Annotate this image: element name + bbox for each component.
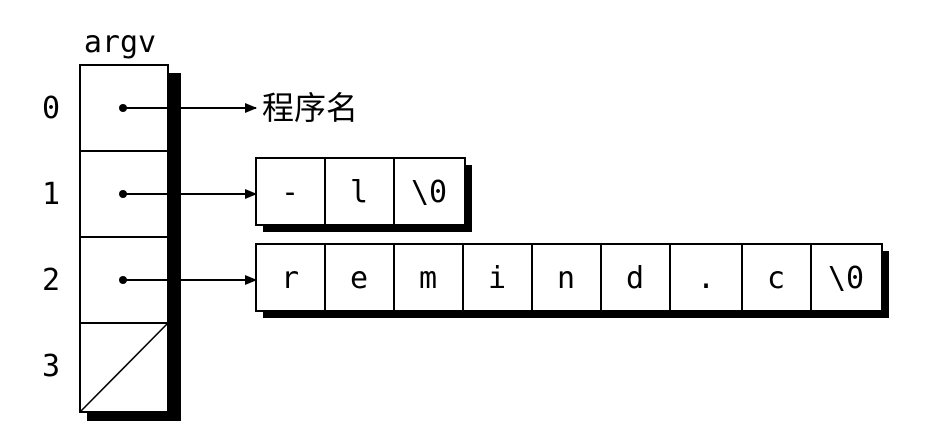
index-label-0: 0 xyxy=(42,91,60,126)
char-label: n xyxy=(557,261,575,296)
index-label-1: 1 xyxy=(42,177,60,212)
argv-diagram: argv 0 1 2 3 程序名 - l \0 r e m i n d . c … xyxy=(42,25,889,421)
char-label: i xyxy=(488,261,506,296)
string-filename: r e m i n d . c \0 xyxy=(255,243,889,318)
array-name-label: argv xyxy=(84,25,156,60)
char-label: d xyxy=(626,261,644,296)
char-label: r xyxy=(281,261,299,296)
char-label: \0 xyxy=(828,261,864,296)
char-label: l xyxy=(350,175,368,210)
char-label: e xyxy=(350,261,368,296)
index-label-3: 3 xyxy=(42,349,60,384)
index-label-2: 2 xyxy=(42,263,60,298)
char-label: . xyxy=(697,261,715,296)
program-name-label: 程序名 xyxy=(262,89,358,127)
index-labels: 0 1 2 3 xyxy=(42,91,60,384)
string-option: - l \0 xyxy=(255,157,472,232)
char-label: m xyxy=(419,261,437,296)
argv-array xyxy=(79,64,181,421)
char-label: c xyxy=(767,261,785,296)
char-label: - xyxy=(281,175,299,210)
char-label: \0 xyxy=(411,175,447,210)
